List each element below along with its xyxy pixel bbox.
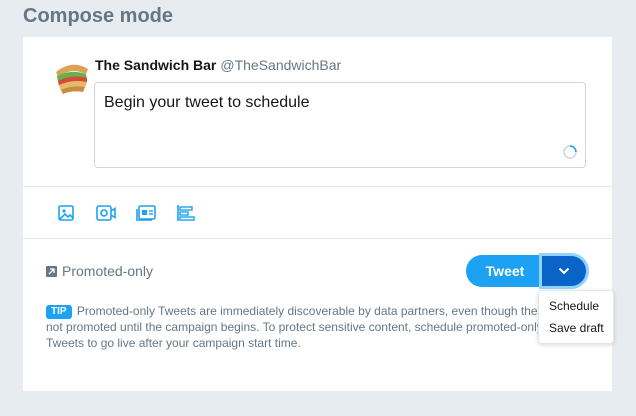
tip-message: TIP Promoted-only Tweets are immediately… bbox=[46, 303, 566, 351]
avatar bbox=[53, 57, 91, 95]
image-icon[interactable] bbox=[55, 202, 77, 224]
menu-item-schedule[interactable]: Schedule bbox=[539, 295, 613, 317]
author-name: The Sandwich Bar bbox=[95, 57, 217, 73]
page-title: Compose mode bbox=[23, 5, 174, 27]
divider bbox=[23, 186, 612, 187]
compose-card: The Sandwich Bar @TheSandwichBar Begin yo… bbox=[23, 37, 614, 391]
divider bbox=[23, 238, 612, 239]
tweet-button[interactable]: Tweet bbox=[466, 255, 544, 287]
tweet-text: Begin your tweet to schedule bbox=[104, 94, 310, 111]
promoted-only-label: Promoted-only bbox=[62, 263, 154, 279]
tweet-options-menu: Schedule Save draft bbox=[538, 290, 614, 344]
character-count-icon bbox=[563, 145, 577, 159]
tip-badge: TIP bbox=[46, 305, 72, 319]
tweet-textarea[interactable]: Begin your tweet to schedule bbox=[94, 82, 586, 168]
poll-icon[interactable] bbox=[175, 202, 197, 224]
promoted-icon bbox=[46, 265, 57, 277]
author-handle: @TheSandwichBar bbox=[220, 57, 342, 73]
menu-item-save-draft[interactable]: Save draft bbox=[539, 317, 613, 339]
promoted-only-option[interactable]: Promoted-only bbox=[46, 263, 153, 279]
tip-body: Promoted-only Tweets are immediately dis… bbox=[46, 304, 557, 350]
chevron-down-icon bbox=[558, 267, 570, 275]
card-icon[interactable] bbox=[135, 202, 157, 224]
tweet-options-dropdown[interactable] bbox=[539, 253, 589, 289]
author: The Sandwich Bar @TheSandwichBar bbox=[95, 57, 341, 73]
video-icon[interactable] bbox=[95, 202, 117, 224]
